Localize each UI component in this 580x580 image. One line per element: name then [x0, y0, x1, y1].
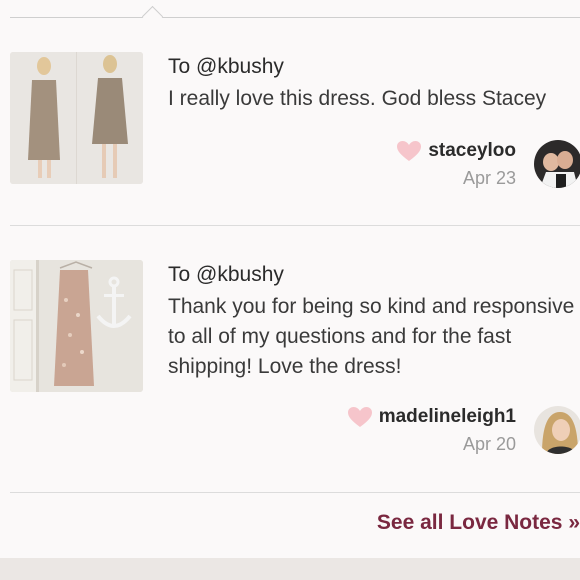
sender[interactable]: staceyloo: [396, 140, 516, 162]
sender-username[interactable]: staceyloo: [428, 140, 516, 162]
sender-username[interactable]: madelineleigh1: [379, 406, 516, 428]
sender-avatar[interactable]: [534, 140, 580, 188]
listing-thumbnail[interactable]: [10, 52, 143, 184]
section-divider: [10, 492, 580, 493]
note-divider: [10, 225, 580, 226]
love-note: To @kbushy Thank you for being so kind a…: [10, 260, 580, 460]
heart-icon: [397, 141, 422, 161]
heart-icon: [347, 407, 372, 427]
note-message: Thank you for being so kind and responsi…: [168, 295, 575, 378]
see-all-love-notes-link[interactable]: See all Love Notes »: [377, 511, 580, 535]
listing-thumbnail[interactable]: [10, 260, 143, 392]
footer-strip: [0, 558, 580, 580]
love-note: To @kbushy I really love this dress. God…: [10, 52, 580, 192]
recipient-label: To @kbushy: [168, 55, 284, 78]
note-date: Apr 23: [462, 168, 516, 188]
sender[interactable]: madelineleigh1: [347, 406, 516, 428]
recipient-label: To @kbushy: [168, 263, 284, 286]
top-divider: [10, 17, 580, 18]
note-date: Apr 20: [462, 434, 516, 454]
tab-pointer: [141, 5, 164, 28]
sender-avatar[interactable]: [534, 406, 580, 454]
note-message: I really love this dress. God bless Stac…: [168, 87, 547, 110]
